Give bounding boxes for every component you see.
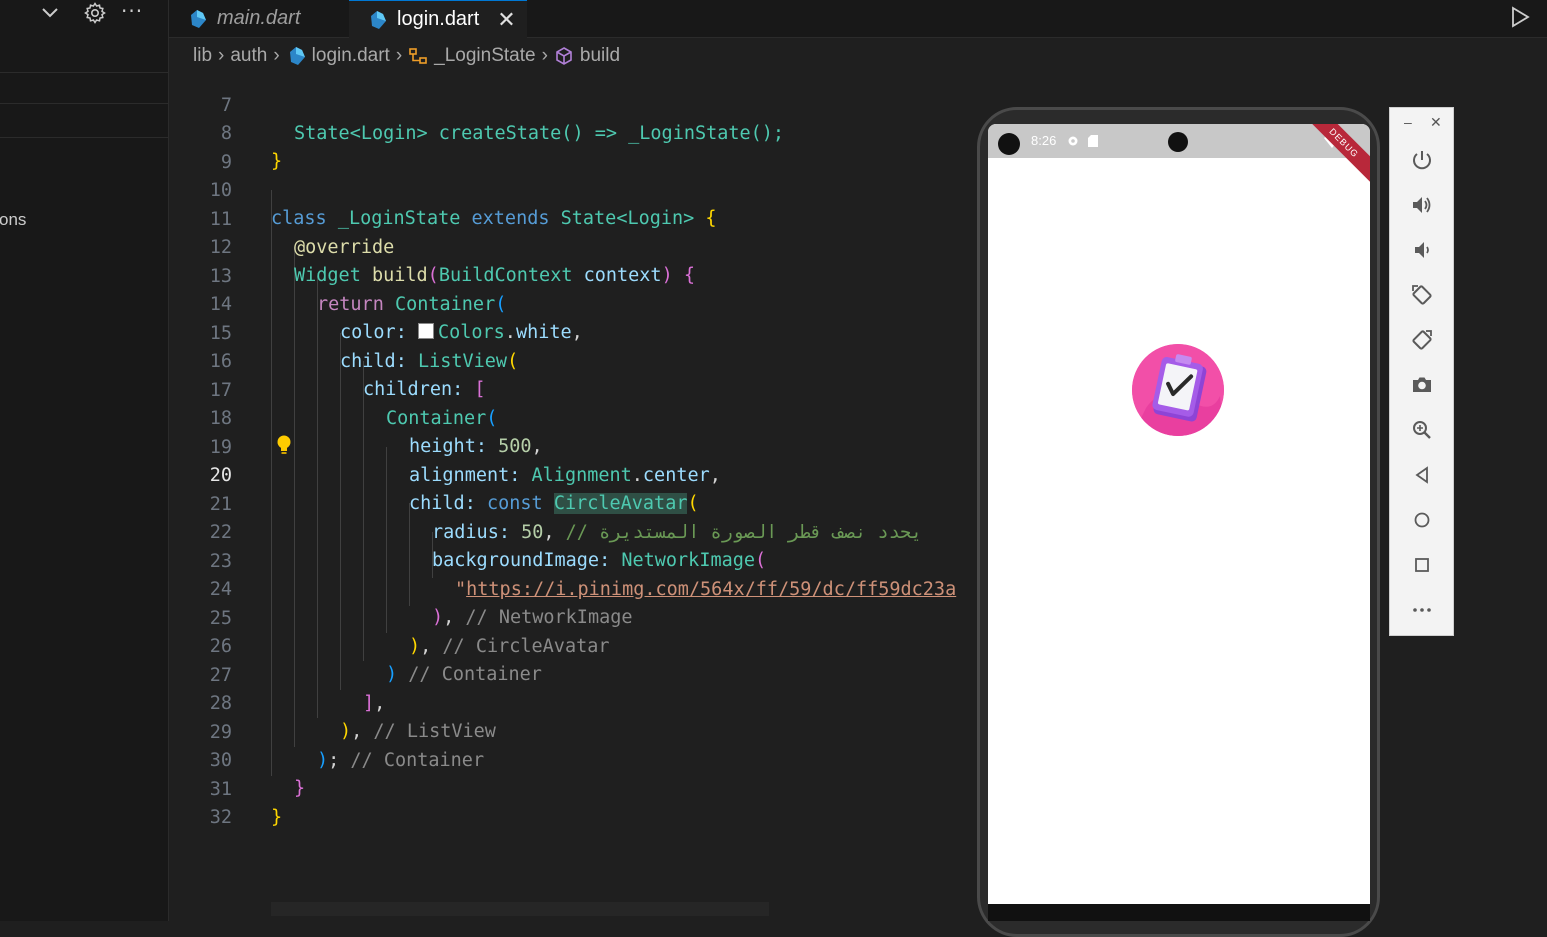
dart-icon — [371, 10, 386, 29]
divider — [0, 137, 168, 138]
code-line: 28 ), // ListView — [209, 692, 496, 743]
settings-icon — [1068, 136, 1078, 146]
android-nav-bar — [988, 904, 1370, 921]
more-icon[interactable] — [1410, 598, 1434, 622]
punch-hole-camera — [1168, 132, 1188, 152]
rotate-right-icon[interactable] — [1410, 328, 1434, 352]
breadcrumb-item[interactable]: _LoginState — [434, 45, 535, 67]
breadcrumb: lib › auth › login.dart › _LoginState › … — [193, 42, 620, 70]
power-icon[interactable] — [1410, 148, 1434, 172]
code-line: 24 ), // NetworkImage — [209, 578, 633, 629]
chevron-right-icon: › — [218, 45, 225, 66]
close-icon[interactable]: ✕ — [497, 7, 515, 33]
method-icon — [556, 47, 572, 65]
status-time: 8:26 — [1031, 133, 1057, 148]
code-line: 17 Container( — [209, 379, 498, 430]
code-line: 12 Widget build(BuildContext context) { — [209, 236, 695, 287]
tab-login-dart[interactable]: login.dart ✕ — [349, 0, 527, 38]
breadcrumb-item[interactable]: lib — [193, 45, 212, 67]
zoom-icon[interactable] — [1410, 418, 1434, 442]
chevron-right-icon: › — [273, 45, 280, 66]
code-line: 7 State<Login> createState() => _LoginSt… — [220, 94, 785, 145]
circle-avatar — [1132, 344, 1224, 436]
status-bar: 8:26 DEBUG — [988, 124, 1370, 185]
minimize-button[interactable]: – — [1404, 114, 1412, 130]
code-line: 30 } — [209, 749, 306, 800]
side-panel: ··· ons — [0, 0, 169, 921]
code-line: 18 height: 500, — [209, 407, 543, 458]
volume-down-icon[interactable] — [1410, 238, 1434, 262]
code-line: 27 ], — [209, 664, 386, 715]
home-icon[interactable] — [1410, 508, 1434, 532]
sd-card-icon — [1088, 135, 1098, 147]
class-icon — [409, 48, 427, 64]
code-line: 32 — [209, 806, 232, 828]
volume-up-icon[interactable] — [1410, 193, 1434, 217]
code-line: 21 radius: 50, // يحدد نصف قطر الصورة ال… — [209, 493, 923, 544]
code-line: 26 ) // Container — [209, 635, 542, 686]
chevron-down-icon[interactable] — [40, 4, 60, 22]
close-button[interactable]: ✕ — [1430, 114, 1442, 131]
code-line: 13 return Container( — [209, 265, 507, 316]
run-icon[interactable] — [1509, 5, 1531, 29]
code-line: 10 class _LoginState extends State<Login… — [209, 179, 717, 230]
divider — [0, 103, 168, 104]
emulator-toolbar: – ✕ — [1389, 107, 1454, 636]
tab-bar: main.dart login.dart ✕ — [169, 0, 1547, 38]
more-actions-icon[interactable]: ··· — [121, 0, 143, 22]
breadcrumb-item[interactable]: build — [580, 45, 620, 67]
code-line: 22 backgroundImage: NetworkImage( — [209, 521, 767, 572]
clipboard-check-icon — [1132, 344, 1224, 436]
code-line: 25 ), // CircleAvatar — [209, 607, 610, 658]
chevron-right-icon: › — [395, 45, 403, 66]
dart-icon — [191, 9, 206, 28]
code-line: 14 color: Colors.white, — [209, 293, 583, 344]
code-line: 31 } — [209, 778, 283, 829]
code-line: 23 "https://i.pinimg.com/564x/ff/59/dc/f… — [209, 550, 957, 601]
rotate-left-icon[interactable] — [1410, 283, 1434, 307]
overview-icon[interactable] — [1410, 553, 1434, 577]
camera-icon[interactable] — [1410, 373, 1434, 397]
chevron-right-icon: › — [541, 45, 548, 66]
tab-label: login.dart — [397, 8, 480, 30]
code-line: 19 alignment: Alignment.center, — [209, 436, 721, 487]
code-line: 16 children: [ — [209, 350, 486, 401]
code-line: 11 @override — [209, 208, 395, 259]
tab-main-dart[interactable]: main.dart — [187, 0, 347, 37]
code-line: 8 } — [220, 122, 283, 173]
sidebar-label[interactable]: ons — [0, 210, 26, 230]
divider — [0, 72, 168, 73]
camera-cutout — [998, 133, 1020, 155]
gear-icon[interactable] — [83, 1, 107, 25]
code-line: 15 child: ListView( — [209, 322, 519, 373]
breadcrumb-item[interactable]: login.dart — [312, 45, 390, 67]
horizontal-scrollbar[interactable] — [271, 902, 769, 916]
code-line: 9 — [220, 151, 232, 173]
breadcrumb-item[interactable]: auth — [230, 45, 267, 67]
debug-banner: DEBUG — [1302, 124, 1370, 185]
back-icon[interactable] — [1410, 463, 1434, 487]
emulator-screen[interactable]: 8:26 DEBUG — [988, 124, 1370, 904]
code-line: 29 ); // Container — [209, 721, 485, 772]
code-editor[interactable]: 7 State<Login> createState() => _LoginSt… — [169, 72, 977, 921]
lightbulb-icon[interactable] — [275, 434, 293, 456]
dart-icon — [289, 47, 305, 65]
tab-label: main.dart — [217, 7, 301, 29]
